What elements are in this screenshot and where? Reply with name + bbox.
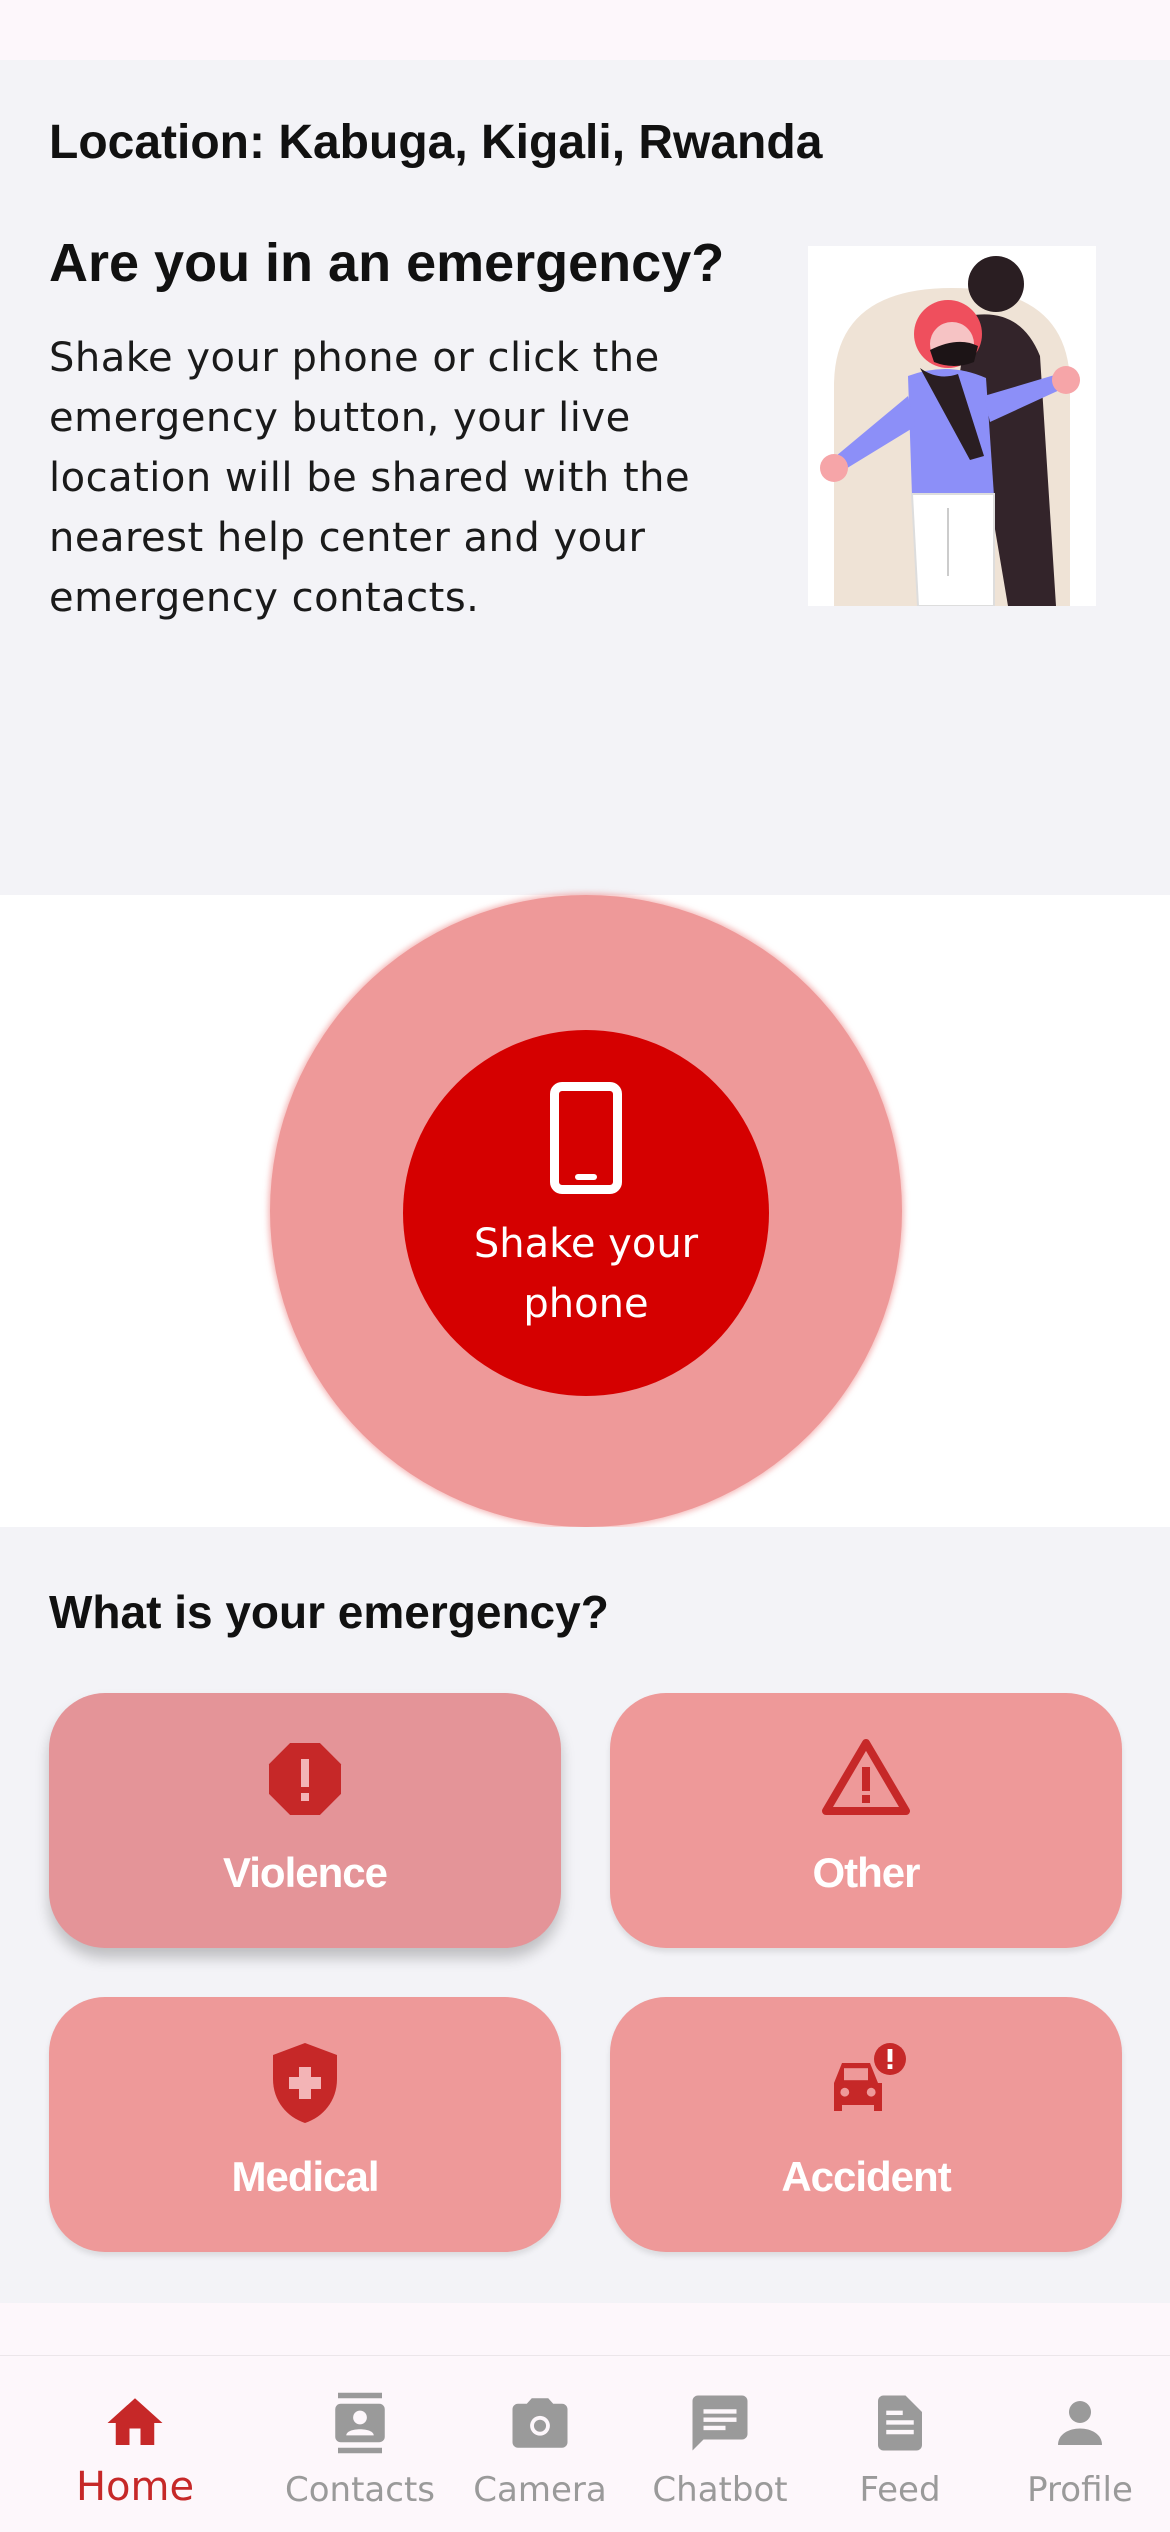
accident-card[interactable]: Accident bbox=[610, 1997, 1122, 2252]
status-bar bbox=[0, 0, 1170, 60]
intro-section: Location: Kabuga, Kigali, Rwanda Are you… bbox=[0, 60, 1170, 895]
nav-item-home[interactable]: Home bbox=[45, 2356, 225, 2532]
violence-label: Violence bbox=[223, 1849, 388, 1896]
bottom-navigation: Home Contacts Camera Chatbot Feed Profil… bbox=[0, 2355, 1170, 2532]
person-icon bbox=[1047, 2390, 1113, 2456]
shake-emergency-button[interactable]: Shake your phone bbox=[433, 1060, 739, 1366]
emergency-description: Shake your phone or click the emergency … bbox=[49, 335, 691, 621]
nav-label-feed: Feed bbox=[859, 2470, 941, 2510]
contacts-icon bbox=[327, 2390, 393, 2456]
shake-label: Shake your phone bbox=[473, 1221, 699, 1327]
chat-icon bbox=[687, 2390, 753, 2456]
camera-icon bbox=[507, 2390, 573, 2456]
emergency-question: Are you in an emergency? bbox=[49, 233, 725, 293]
emergency-types-title: What is your emergency? bbox=[49, 1586, 609, 1638]
violence-card[interactable]: Violence bbox=[49, 1693, 561, 1948]
warning-triangle-icon bbox=[818, 1731, 914, 1827]
medical-card[interactable]: Medical bbox=[49, 1997, 561, 2252]
other-label: Other bbox=[812, 1849, 920, 1896]
shake-section: Shake your phone bbox=[0, 895, 1170, 1527]
medical-shield-icon bbox=[257, 2035, 353, 2131]
nav-item-contacts[interactable]: Contacts bbox=[270, 2356, 450, 2532]
emergency-types-section: What is your emergency? Violence Other M… bbox=[0, 1527, 1170, 2303]
location-label: Location: Kabuga, Kigali, Rwanda bbox=[49, 116, 823, 169]
home-icon bbox=[102, 2390, 168, 2456]
smartphone-icon bbox=[550, 1082, 622, 1194]
divider-strip bbox=[0, 2303, 1170, 2355]
nav-item-camera[interactable]: Camera bbox=[450, 2356, 630, 2532]
nav-item-chatbot[interactable]: Chatbot bbox=[630, 2356, 810, 2532]
nav-label-home: Home bbox=[75, 2464, 195, 2510]
emergency-illustration bbox=[808, 246, 1096, 607]
nav-label-chatbot: Chatbot bbox=[652, 2470, 788, 2510]
car-crash-icon bbox=[818, 2035, 914, 2131]
medical-label: Medical bbox=[231, 2153, 379, 2200]
article-icon bbox=[867, 2390, 933, 2456]
accident-label: Accident bbox=[781, 2153, 951, 2200]
other-card[interactable]: Other bbox=[610, 1693, 1122, 1948]
nav-label-contacts: Contacts bbox=[285, 2470, 435, 2510]
nav-label-profile: Profile bbox=[1027, 2470, 1133, 2510]
nav-label-camera: Camera bbox=[473, 2470, 607, 2510]
nav-item-feed[interactable]: Feed bbox=[810, 2356, 990, 2532]
report-octagon-icon bbox=[257, 1731, 353, 1827]
nav-item-profile[interactable]: Profile bbox=[990, 2356, 1170, 2532]
